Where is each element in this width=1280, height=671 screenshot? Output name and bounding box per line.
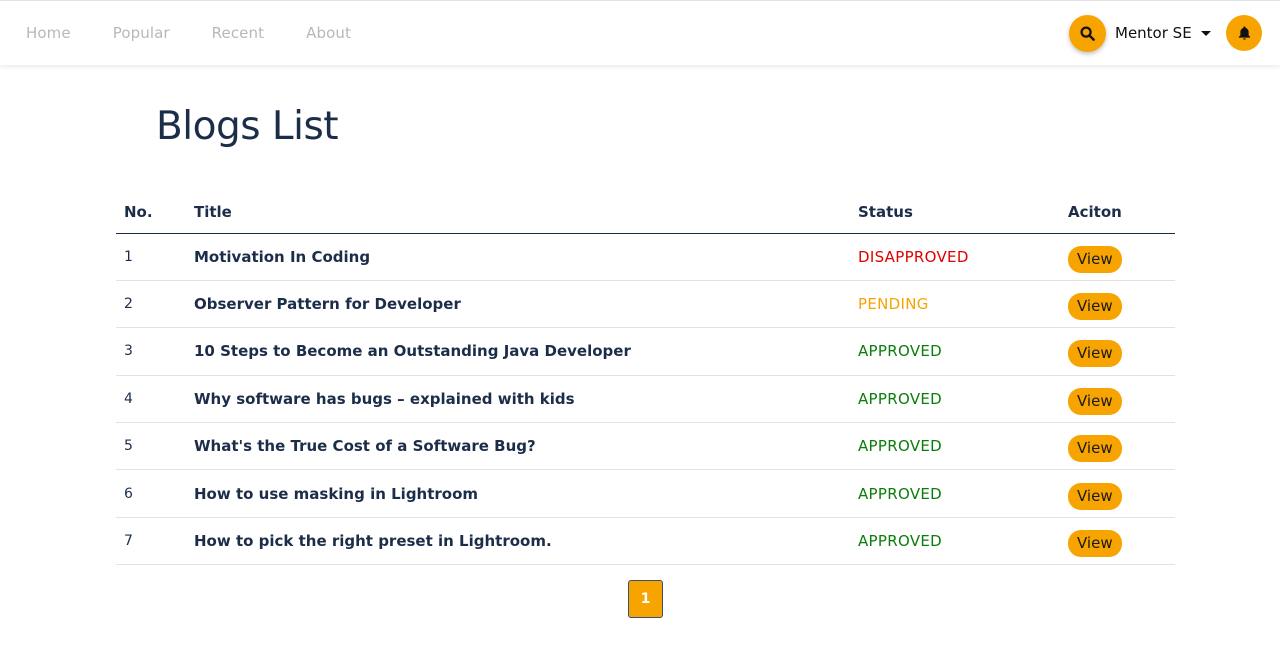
search-icon xyxy=(1080,26,1095,41)
pagination: 1 xyxy=(628,580,663,618)
status-badge: APPROVED xyxy=(850,517,1060,566)
blog-title: What's the True Cost of a Software Bug? xyxy=(186,422,850,471)
view-button[interactable]: View xyxy=(1068,482,1122,510)
table-row: 2 Observer Pattern for Developer PENDING… xyxy=(116,280,1175,329)
user-name: Mentor SE xyxy=(1115,24,1192,42)
view-button[interactable]: View xyxy=(1068,293,1122,321)
row-number: 5 xyxy=(116,422,186,471)
row-number: 1 xyxy=(116,233,186,281)
blogs-table: No. Title Status Aciton 1 Motivation In … xyxy=(116,192,1175,566)
header-action: Aciton xyxy=(1060,192,1175,234)
view-button[interactable]: View xyxy=(1068,530,1122,558)
row-number: 2 xyxy=(116,280,186,329)
view-button[interactable]: View xyxy=(1068,245,1122,273)
nav-links: Home Popular Recent About xyxy=(26,1,393,65)
table-row: 4 Why software has bugs – explained with… xyxy=(116,375,1175,424)
page-button-1[interactable]: 1 xyxy=(628,580,663,618)
table-row: 1 Motivation In Coding DISAPPROVED View xyxy=(116,233,1175,281)
caret-down-icon xyxy=(1200,30,1211,36)
table-header-row: No. Title Status Aciton xyxy=(116,192,1175,234)
bell-icon xyxy=(1238,26,1250,40)
status-badge: APPROVED xyxy=(850,422,1060,471)
status-badge: DISAPPROVED xyxy=(850,233,1060,281)
blog-title: How to pick the right preset in Lightroo… xyxy=(186,517,850,566)
view-button[interactable]: View xyxy=(1068,340,1122,368)
table-row: 3 10 Steps to Become an Outstanding Java… xyxy=(116,327,1175,376)
top-navbar: Home Popular Recent About Mentor SE xyxy=(0,0,1280,65)
row-number: 6 xyxy=(116,469,186,518)
status-badge: APPROVED xyxy=(850,375,1060,424)
header-no: No. xyxy=(116,192,186,234)
view-button[interactable]: View xyxy=(1068,435,1122,463)
nav-link-home[interactable]: Home xyxy=(26,24,71,42)
status-badge: APPROVED xyxy=(850,469,1060,518)
blog-title: Why software has bugs – explained with k… xyxy=(186,375,850,424)
row-number: 3 xyxy=(116,327,186,376)
search-button[interactable] xyxy=(1069,15,1106,52)
page-title: Blogs List xyxy=(156,104,339,149)
blog-title: How to use masking in Lightroom xyxy=(186,469,850,518)
table-row: 5 What's the True Cost of a Software Bug… xyxy=(116,422,1175,471)
table-body: 1 Motivation In Coding DISAPPROVED View … xyxy=(116,233,1175,566)
header-status: Status xyxy=(850,192,1060,234)
header-title: Title xyxy=(186,192,850,234)
blog-title: Motivation In Coding xyxy=(186,233,850,281)
nav-link-recent[interactable]: Recent xyxy=(212,24,264,42)
row-number: 4 xyxy=(116,375,186,424)
blog-title: Observer Pattern for Developer xyxy=(186,280,850,329)
table-row: 6 How to use masking in Lightroom APPROV… xyxy=(116,469,1175,518)
status-badge: APPROVED xyxy=(850,327,1060,376)
blog-title: 10 Steps to Become an Outstanding Java D… xyxy=(186,327,850,376)
row-number: 7 xyxy=(116,517,186,566)
user-menu-dropdown[interactable]: Mentor SE xyxy=(1115,1,1211,65)
nav-link-about[interactable]: About xyxy=(306,24,351,42)
nav-link-popular[interactable]: Popular xyxy=(113,24,170,42)
status-badge: PENDING xyxy=(850,280,1060,329)
notifications-button[interactable] xyxy=(1226,15,1262,51)
table-row: 7 How to pick the right preset in Lightr… xyxy=(116,517,1175,566)
view-button[interactable]: View xyxy=(1068,387,1122,415)
